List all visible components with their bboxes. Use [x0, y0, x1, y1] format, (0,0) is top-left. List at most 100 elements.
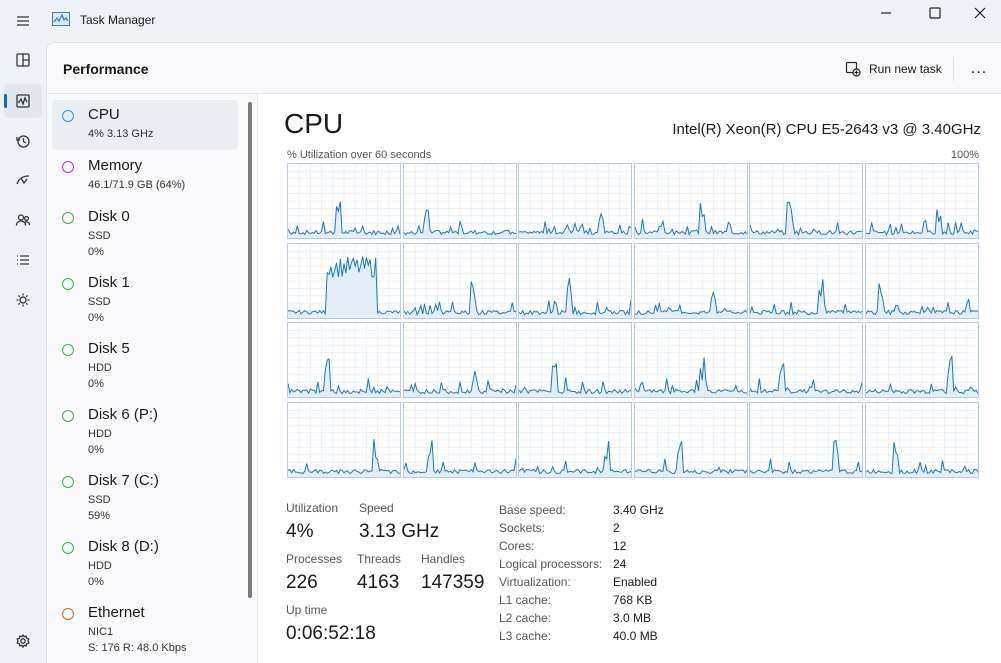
spec-value: 24	[613, 557, 627, 571]
command-bar: Performance Run new task ...	[47, 43, 1001, 94]
close-button[interactable]	[957, 0, 1001, 26]
spec-label: Base speed:	[499, 503, 566, 517]
performance-icon[interactable]	[4, 84, 42, 118]
app-history-icon[interactable]	[4, 124, 42, 158]
spec-value: 40.0 MB	[613, 629, 658, 643]
device-name: Disk 1	[88, 274, 130, 291]
device-name: Disk 7 (C:)	[88, 472, 159, 489]
device-detail: HDD	[88, 362, 112, 374]
core-graph	[287, 163, 401, 239]
device-usage: 0%	[88, 378, 104, 390]
device-usage: 0%	[88, 576, 104, 588]
device-status-ring-icon	[62, 542, 74, 554]
device-name: Ethernet	[88, 604, 145, 621]
device-item-disk-6-p[interactable]: Disk 6 (P:) HDD 0%	[52, 400, 238, 464]
maximize-button[interactable]	[912, 0, 958, 26]
graph-label: % Utilization over 60 seconds	[287, 149, 432, 161]
core-graph	[749, 322, 863, 398]
device-detail: NIC1	[88, 626, 114, 638]
threads-label: Threads	[357, 552, 402, 566]
processes-icon[interactable]	[4, 43, 42, 77]
spec-label: L2 cache:	[499, 611, 552, 625]
core-graph	[749, 402, 863, 478]
hamburger-menu-icon[interactable]	[4, 4, 42, 38]
users-icon[interactable]	[4, 203, 42, 237]
spec-label: L3 cache:	[499, 629, 552, 643]
core-graph	[865, 243, 979, 319]
device-item-disk-0[interactable]: Disk 0 SSD 0%	[52, 202, 238, 266]
main-content: Performance Run new task ... CPU 4% 3.13 …	[46, 42, 1001, 663]
device-name: Disk 5	[88, 340, 130, 357]
core-graph	[403, 402, 517, 478]
graph-max-label: 100%	[950, 149, 979, 161]
device-item-memory[interactable]: Memory 46.1/71.9 GB (64%)	[52, 151, 238, 201]
core-graph	[403, 243, 517, 319]
device-name: Disk 0	[88, 208, 130, 225]
device-item-ethernet[interactable]: Ethernet NIC1 S: 176 R: 48.0 Kbps	[52, 598, 238, 662]
command-separator	[953, 57, 954, 81]
core-graph	[287, 322, 401, 398]
device-status-ring-icon	[62, 344, 74, 356]
spec-label: Logical processors:	[499, 557, 603, 571]
device-name: Disk 6 (P:)	[88, 406, 159, 423]
core-graph	[865, 322, 979, 398]
core-graph	[403, 163, 517, 239]
device-usage: 0%	[88, 444, 104, 456]
spec-label: Cores:	[499, 539, 535, 553]
core-graph	[518, 243, 632, 319]
spec-value: 3.0 MB	[613, 611, 652, 625]
spec-value: 3.40 GHz	[613, 503, 664, 517]
core-graph	[518, 322, 632, 398]
device-detail: HDD	[88, 560, 112, 572]
device-status-ring-icon	[62, 161, 74, 173]
core-graph	[634, 402, 748, 478]
device-detail: 46.1/71.9 GB (64%)	[88, 179, 186, 191]
task-manager-logo-icon	[52, 12, 70, 26]
minimize-icon	[881, 12, 891, 14]
cpu-title: CPU	[284, 108, 344, 139]
device-detail: HDD	[88, 428, 112, 440]
device-list: CPU 4% 3.13 GHz Memory 46.1/71.9 GB (64%) Di…	[47, 94, 257, 663]
run-new-task-button[interactable]: Run new task	[841, 56, 946, 82]
startup-apps-icon[interactable]	[4, 163, 42, 197]
device-item-disk-7-c[interactable]: Disk 7 (C:) SSD 59%	[52, 466, 238, 530]
device-usage: 0%	[88, 312, 104, 324]
device-name: Disk 8 (D:)	[88, 538, 159, 555]
device-item-disk-5[interactable]: Disk 5 HDD 0%	[52, 334, 238, 398]
more-options-button[interactable]: ...	[959, 57, 999, 81]
maximize-icon	[929, 7, 941, 19]
spec-label: L1 cache:	[499, 593, 552, 607]
run-task-icon	[845, 61, 861, 77]
device-usage: 0%	[88, 246, 104, 258]
device-item-disk-8-d[interactable]: Disk 8 (D:) HDD 0%	[52, 532, 238, 596]
device-item-disk-1[interactable]: Disk 1 SSD 0%	[52, 268, 238, 332]
core-graph	[749, 243, 863, 319]
window-title: Task Manager	[80, 13, 156, 27]
close-icon	[974, 7, 986, 19]
device-status-ring-icon	[62, 278, 74, 290]
speed-label: Speed	[359, 501, 394, 515]
services-icon[interactable]	[4, 283, 42, 317]
device-status-ring-icon	[62, 410, 74, 422]
core-graph	[403, 322, 517, 398]
device-item-cpu[interactable]: CPU 4% 3.13 GHz	[52, 100, 238, 150]
device-name: CPU	[88, 106, 120, 123]
processes-label: Processes	[286, 552, 343, 566]
handles-value: 147359	[421, 572, 485, 593]
spec-value: 768 KB	[613, 593, 653, 607]
core-graph	[865, 163, 979, 239]
device-list-scrollbar[interactable]	[248, 102, 252, 598]
uptime-value: 0:06:52:18	[286, 623, 376, 644]
device-detail: 4% 3.13 GHz	[88, 128, 154, 140]
device-name: Memory	[88, 157, 143, 174]
details-icon[interactable]	[4, 243, 42, 277]
spec-label: Virtualization:	[499, 575, 571, 589]
threads-value: 4163	[357, 572, 400, 593]
settings-icon[interactable]	[4, 624, 42, 658]
device-usage: S: 176 R: 48.0 Kbps	[88, 642, 187, 654]
speed-value: 3.13 GHz	[359, 521, 440, 542]
core-graph	[518, 402, 632, 478]
minimize-button[interactable]	[863, 0, 909, 26]
handles-label: Handles	[421, 552, 466, 566]
spec-value: 2	[613, 521, 620, 535]
